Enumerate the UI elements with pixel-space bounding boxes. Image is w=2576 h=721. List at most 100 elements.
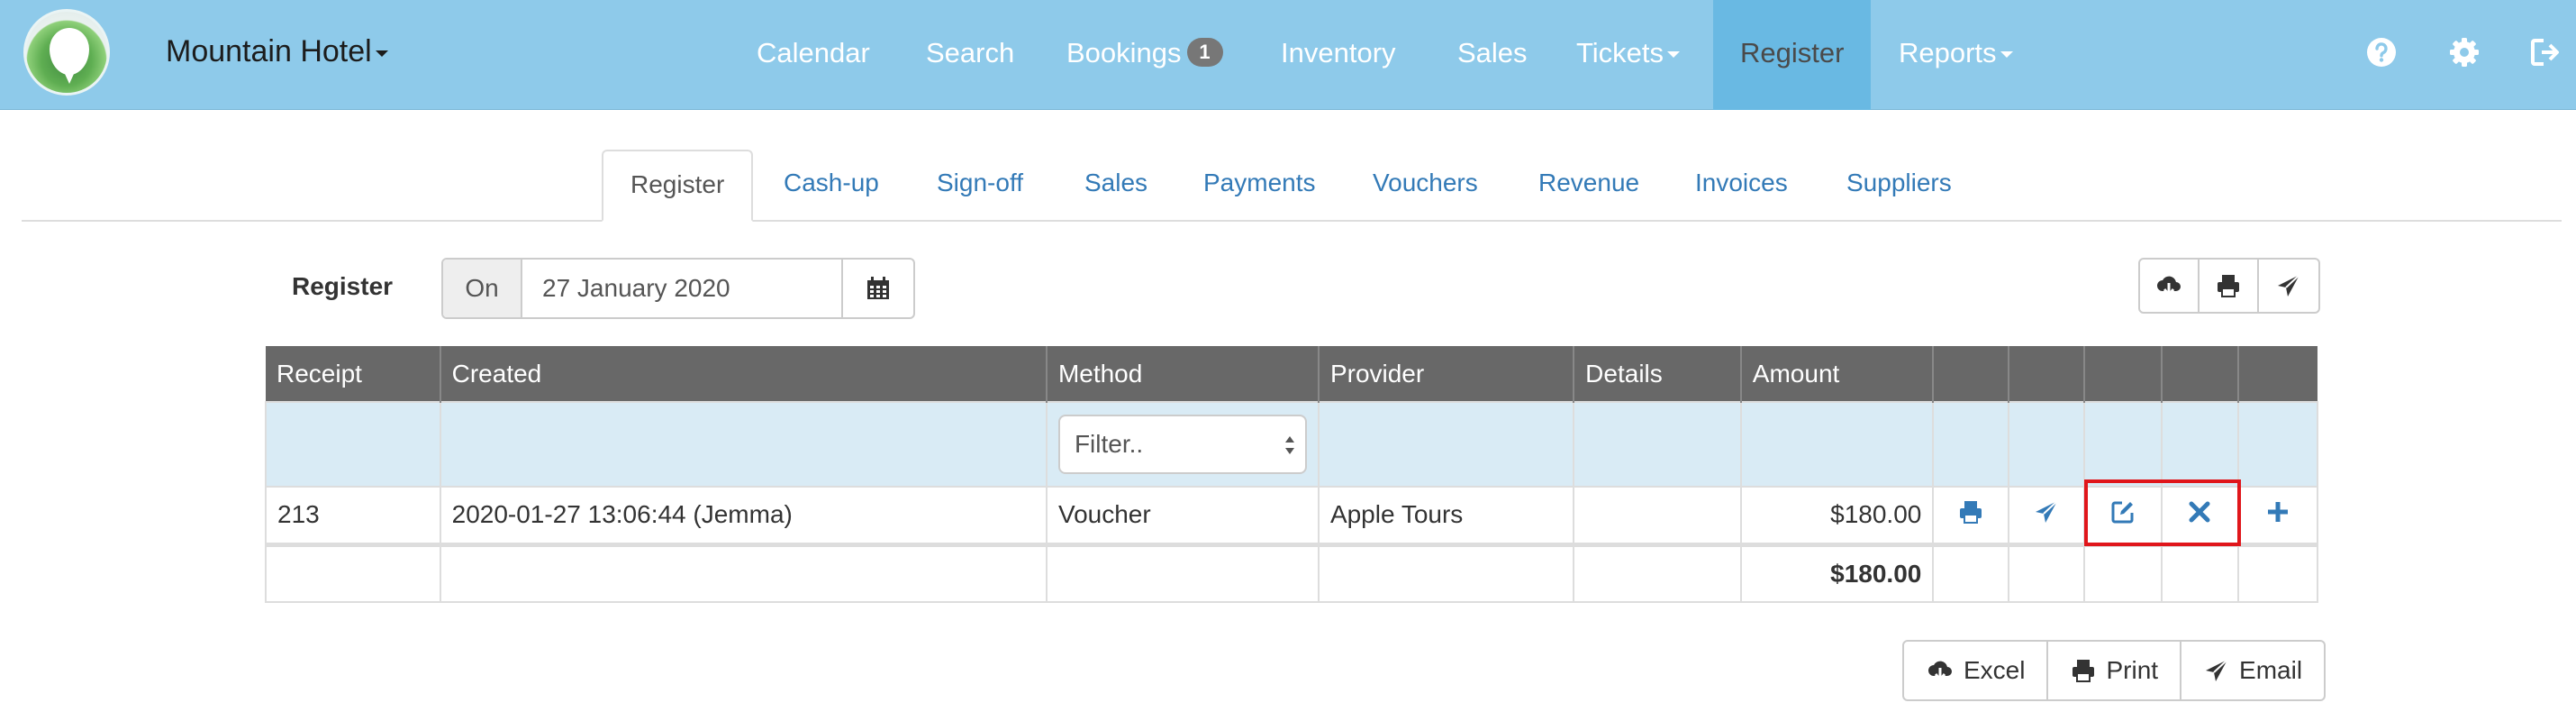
total-cell: [2160, 543, 2240, 603]
filter-cell: [2237, 401, 2318, 488]
select-arrows-icon: [1284, 436, 1294, 454]
help-icon[interactable]: [2365, 36, 2398, 68]
hotel-logo[interactable]: [23, 9, 110, 96]
cell-created: 2020-01-27 13:06:44 (Jemma): [439, 486, 1048, 547]
cloud-download-icon: [1928, 661, 1952, 682]
total-amount: $180.00: [1739, 543, 1935, 603]
total-cell: [2082, 543, 2163, 603]
nav-bookings[interactable]: Bookings 1: [1066, 0, 1223, 110]
filter-cell: Filter..: [1045, 401, 1320, 488]
header-provider[interactable]: Provider: [1318, 346, 1575, 402]
filter-placeholder: Filter..: [1074, 430, 1144, 458]
row-send-button[interactable]: [2008, 486, 2085, 547]
nav-calendar[interactable]: Calendar: [757, 0, 870, 110]
hotel-selector[interactable]: Mountain Hotel: [166, 34, 388, 69]
logout-icon[interactable]: [2529, 36, 2562, 68]
highlight-box: [2084, 479, 2241, 546]
logo-drop-tip: [60, 64, 78, 84]
filter-cell: [2082, 401, 2163, 488]
tab-suppliers[interactable]: Suppliers: [1846, 150, 1952, 222]
calendar-icon: [867, 277, 889, 299]
nav-tickets[interactable]: Tickets: [1576, 0, 1681, 110]
print-icon: [2073, 660, 2095, 682]
filter-cell: [1739, 401, 1935, 488]
nav-reports[interactable]: Reports: [1899, 0, 2013, 110]
send-button[interactable]: [2259, 260, 2318, 312]
date-on-addon: On: [443, 260, 522, 317]
nav-sales[interactable]: Sales: [1457, 0, 1528, 110]
header-method[interactable]: Method: [1046, 346, 1320, 402]
nav-register[interactable]: Register: [1713, 0, 1872, 110]
bookings-count-badge: 1: [1186, 37, 1223, 67]
filter-cell: [265, 401, 441, 488]
tab-sales[interactable]: Sales: [1084, 150, 1147, 222]
header-blank: [2009, 346, 2085, 402]
cell-details: [1573, 486, 1742, 547]
total-cell: [1932, 543, 2010, 603]
caret-down-icon: [2000, 51, 2013, 59]
total-row: $180.00: [265, 543, 2318, 603]
header-receipt[interactable]: Receipt: [266, 346, 441, 402]
send-icon: [2278, 274, 2300, 297]
email-label: Email: [2239, 656, 2303, 684]
print-report-button[interactable]: Print: [2048, 642, 2182, 699]
excel-button[interactable]: Excel: [1904, 642, 2049, 699]
excel-label: Excel: [1964, 656, 2026, 684]
header-blank: [2238, 346, 2317, 402]
filter-cell: [1573, 401, 1742, 488]
hotel-name: Mountain Hotel: [166, 34, 372, 68]
total-cell: [1317, 543, 1575, 603]
send-icon: [2035, 500, 2058, 523]
nav-search[interactable]: Search: [926, 0, 1014, 110]
tab-payments[interactable]: Payments: [1203, 150, 1316, 222]
nav-inventory[interactable]: Inventory: [1281, 0, 1396, 110]
tab-cash-up[interactable]: Cash-up: [784, 150, 879, 222]
register-date-input[interactable]: 27 January 2020: [522, 260, 843, 317]
total-cell: [1045, 543, 1320, 603]
total-cell: [2008, 543, 2085, 603]
filter-cell: [439, 401, 1048, 488]
header-blank: [2083, 346, 2163, 402]
calendar-button[interactable]: [843, 260, 913, 317]
table-row: 213 2020-01-27 13:06:44 (Jemma) Voucher …: [265, 486, 2318, 547]
header-blank: [1933, 346, 2010, 402]
header-created[interactable]: Created: [440, 346, 1048, 402]
date-picker-group: On 27 January 2020: [441, 258, 915, 319]
cell-method: Voucher: [1045, 486, 1320, 547]
tab-vouchers[interactable]: Vouchers: [1373, 150, 1478, 222]
total-cell: [265, 543, 441, 603]
plus-icon: [2268, 501, 2289, 522]
tab-revenue[interactable]: Revenue: [1538, 150, 1639, 222]
tab-register[interactable]: Register: [602, 150, 754, 222]
settings-icon[interactable]: [2448, 36, 2481, 68]
row-print-button[interactable]: [1932, 486, 2010, 547]
register-label: Register: [292, 272, 394, 300]
tab-invoices[interactable]: Invoices: [1695, 150, 1788, 222]
tab-sign-off[interactable]: Sign-off: [937, 150, 1023, 222]
total-cell: [439, 543, 1048, 603]
download-button[interactable]: [2140, 260, 2200, 312]
method-filter-select[interactable]: Filter..: [1057, 415, 1307, 474]
filter-cell: [1932, 401, 2010, 488]
nav-bookings-label: Bookings: [1066, 37, 1182, 68]
nav-tickets-label: Tickets: [1576, 37, 1664, 68]
register-table: Receipt Created Method Provider Details …: [265, 346, 2318, 603]
filter-cell: [2008, 401, 2085, 488]
header-blank: [2161, 346, 2240, 402]
email-button[interactable]: Email: [2181, 642, 2324, 699]
top-export-buttons: [2138, 258, 2320, 314]
total-cell: [1573, 543, 1742, 603]
filter-cell: [1317, 401, 1575, 488]
cell-receipt: 213: [265, 486, 441, 547]
print-button[interactable]: [2200, 260, 2259, 312]
header-details[interactable]: Details: [1574, 346, 1742, 402]
filter-row: Filter..: [265, 401, 2318, 488]
row-add-button[interactable]: [2237, 486, 2318, 547]
caret-down-icon: [375, 50, 388, 57]
cell-amount: $180.00: [1739, 486, 1935, 547]
header-amount[interactable]: Amount: [1740, 346, 1935, 402]
send-icon: [2206, 659, 2228, 681]
caret-down-icon: [1667, 51, 1681, 59]
print-icon: [1960, 500, 1982, 524]
filter-cell: [2160, 401, 2240, 488]
